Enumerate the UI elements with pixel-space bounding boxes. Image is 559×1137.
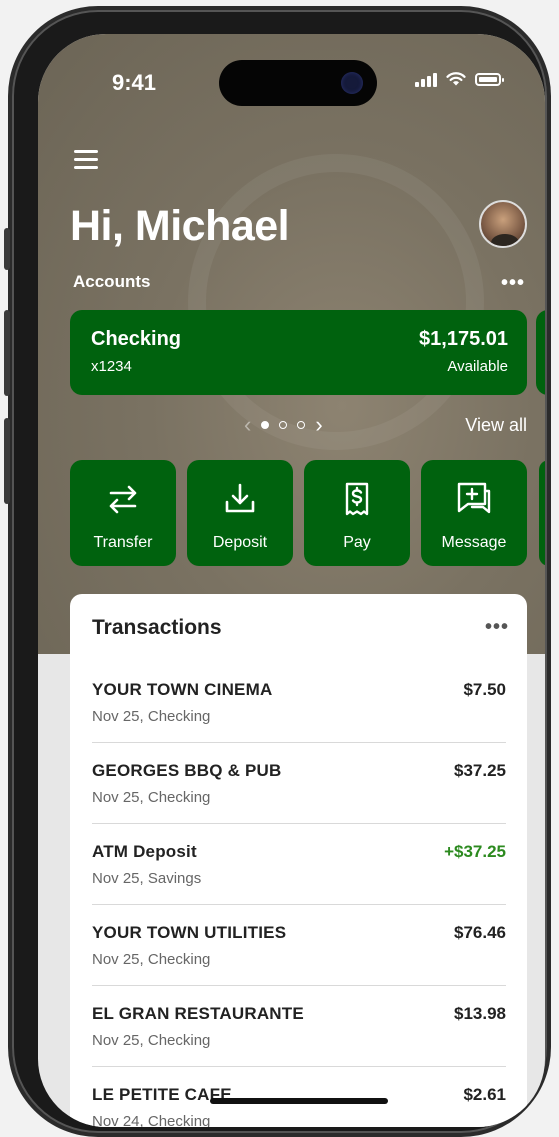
pay-receipt-icon — [345, 482, 369, 516]
message-label: Message — [441, 534, 507, 551]
quick-actions: Transfer Deposit Pay Message — [70, 460, 527, 566]
next-account-card[interactable] — [536, 310, 545, 395]
hamburger-menu-icon[interactable] — [74, 150, 98, 170]
dynamic-island — [219, 60, 377, 106]
home-indicator[interactable] — [210, 1098, 388, 1104]
transactions-list: YOUR TOWN CINEMA Nov 25, Checking $7.50 … — [92, 662, 506, 1127]
account-name: Checking — [91, 328, 182, 350]
account-pager: ‹ › — [244, 414, 323, 436]
transaction-merchant: YOUR TOWN CINEMA — [92, 680, 273, 699]
transaction-detail: Nov 25, Checking — [92, 1032, 211, 1049]
battery-icon — [475, 73, 504, 86]
transfer-button[interactable]: Transfer — [70, 460, 176, 566]
transaction-merchant: GEORGES BBQ & PUB — [92, 761, 282, 780]
pager-dot — [261, 421, 270, 429]
transaction-amount: $76.46 — [454, 923, 506, 942]
message-button[interactable]: Message — [421, 460, 527, 566]
accounts-more-icon[interactable]: ••• — [501, 272, 525, 295]
accounts-label: Accounts — [73, 272, 151, 291]
deposit-label: Deposit — [212, 534, 268, 551]
transaction-row[interactable]: YOUR TOWN CINEMA Nov 25, Checking $7.50 — [92, 662, 506, 743]
volume-down-button — [4, 418, 10, 504]
cellular-signal-icon — [415, 72, 437, 87]
mute-switch — [4, 228, 10, 270]
transaction-row[interactable]: LE PETITE CAFE Nov 24, Checking $2.61 — [92, 1067, 506, 1127]
greeting-title: Hi, Michael — [70, 202, 290, 250]
deposit-button[interactable]: Deposit — [187, 460, 293, 566]
transaction-detail: Nov 25, Checking — [92, 789, 211, 806]
status-icons — [415, 72, 504, 87]
transaction-detail: Nov 25, Checking — [92, 708, 211, 725]
volume-up-button — [4, 310, 10, 396]
transactions-more-icon[interactable]: ••• — [485, 616, 509, 639]
profile-avatar[interactable] — [479, 200, 527, 248]
transaction-detail: Nov 25, Checking — [92, 951, 211, 968]
chevron-left-icon[interactable]: ‹ — [244, 414, 251, 436]
transactions-title: Transactions — [92, 616, 222, 639]
transaction-detail: Nov 24, Checking — [92, 1113, 211, 1127]
camera-icon — [341, 72, 363, 94]
wifi-icon — [446, 72, 466, 86]
transaction-merchant: ATM Deposit — [92, 842, 197, 861]
transaction-row[interactable]: GEORGES BBQ & PUB Nov 25, Checking $37.2… — [92, 743, 506, 824]
pager-dot — [279, 421, 288, 429]
account-balance-label: Available — [447, 358, 508, 375]
transaction-row[interactable]: ATM Deposit Nov 25, Savings +$37.25 — [92, 824, 506, 905]
view-all-link[interactable]: View all — [465, 415, 527, 436]
transaction-amount: +$37.25 — [444, 842, 506, 861]
transaction-amount: $2.61 — [463, 1085, 506, 1104]
chevron-right-icon[interactable]: › — [315, 414, 322, 436]
app-screen: 9:41 Hi, Michael Accounts ••• Checking x… — [38, 34, 545, 1127]
transfer-icon — [109, 485, 137, 514]
account-card-checking[interactable]: Checking x1234 $1,175.01 Available — [70, 310, 527, 395]
phone-frame: 9:41 Hi, Michael Accounts ••• Checking x… — [4, 10, 547, 1133]
transaction-merchant: YOUR TOWN UTILITIES — [92, 923, 287, 942]
message-icon — [457, 482, 491, 514]
transaction-merchant: EL GRAN RESTAURANTE — [92, 1004, 304, 1023]
transaction-amount: $7.50 — [463, 680, 506, 699]
transaction-detail: Nov 25, Savings — [92, 870, 202, 887]
transactions-card: Transactions ••• YOUR TOWN CINEMA Nov 25… — [70, 594, 527, 1127]
account-balance: $1,175.01 — [419, 328, 508, 350]
transfer-label: Transfer — [93, 534, 153, 551]
pay-button[interactable]: Pay — [304, 460, 410, 566]
transaction-row[interactable]: YOUR TOWN UTILITIES Nov 25, Checking $76… — [92, 905, 506, 986]
transaction-amount: $37.25 — [454, 761, 506, 780]
pager-dot — [297, 421, 306, 429]
transaction-row[interactable]: EL GRAN RESTAURANTE Nov 25, Checking $13… — [92, 986, 506, 1067]
transaction-amount: $13.98 — [454, 1004, 506, 1023]
status-time: 9:41 — [112, 70, 157, 95]
more-actions-button[interactable] — [539, 460, 545, 566]
pay-label: Pay — [343, 534, 371, 551]
deposit-icon — [225, 483, 255, 513]
account-number: x1234 — [91, 358, 132, 375]
